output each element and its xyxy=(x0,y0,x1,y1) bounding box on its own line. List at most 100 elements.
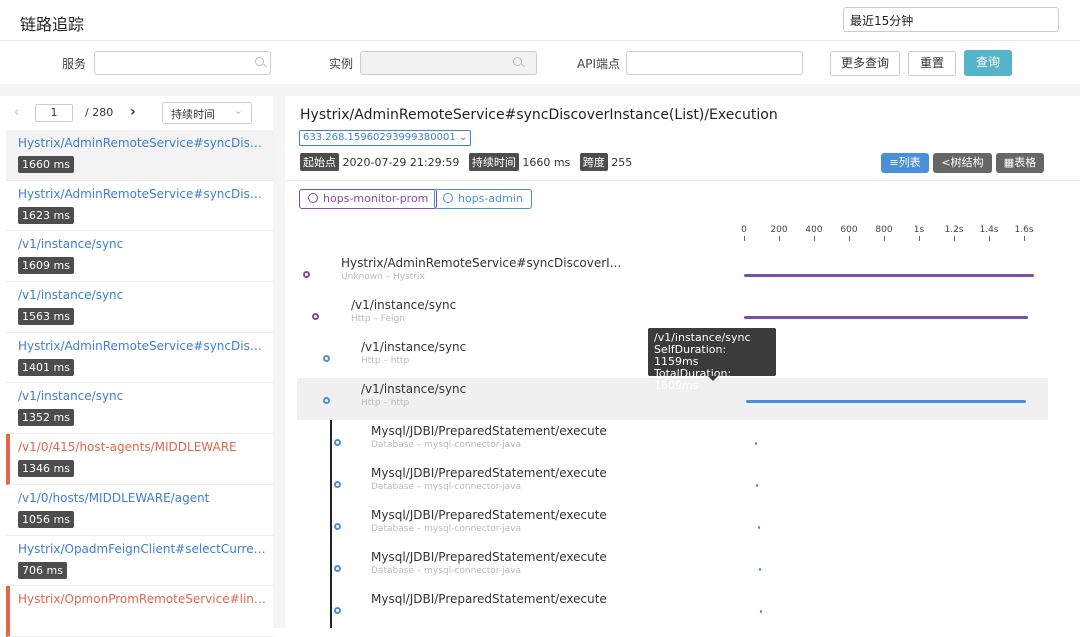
axis-tick-mark xyxy=(953,236,955,241)
axis-tick-label: 1.2s xyxy=(944,225,964,235)
axis-tick: 600 xyxy=(834,225,864,241)
header-divider xyxy=(0,40,1080,41)
span-duration-bar xyxy=(745,400,1026,403)
trace-list-item[interactable]: Hystrix/OpadmFeignClient#selectCurrentRi… xyxy=(6,536,273,587)
trace-list-panel: ‹ 1 / 280 › 持续时间 ⌄ Hystrix/AdminRemoteSer… xyxy=(6,96,273,637)
span-node-dot[interactable] xyxy=(334,607,341,614)
axis-tick-label: 1.4s xyxy=(979,225,999,235)
axis-tick-mark xyxy=(778,236,780,241)
trace-id-value: 633.268.15960293999380001 xyxy=(303,132,456,143)
instance-input[interactable] xyxy=(360,51,537,75)
trace-list-item[interactable]: Hystrix/AdminRemoteService#syncDiscoverI… xyxy=(6,130,273,181)
span-value: 255 xyxy=(611,156,633,169)
trace-duration-badge: 1056 ms xyxy=(18,510,74,528)
span-duration-bar xyxy=(758,526,760,529)
trace-duration-badge: 706 ms xyxy=(18,561,67,579)
service-chip-label: hops-admin xyxy=(458,192,523,205)
span-name: Mysql/JDBI/PreparedStatement/execute xyxy=(371,592,607,606)
axis-tick-label: 0 xyxy=(741,225,747,235)
axis-tick-label: 400 xyxy=(805,225,823,235)
span-type: Http – Feign xyxy=(351,314,405,324)
tooltip-total-duration: TotalDuration: 1609ms xyxy=(654,367,732,392)
list-view-button[interactable]: ≡列表 xyxy=(881,153,929,173)
axis-tick: 1.4s xyxy=(974,225,1004,241)
trace-list-item[interactable]: /v1/0/415/host-agents/MIDDLEWARE 1346 ms xyxy=(6,434,273,485)
trace-name: Hystrix/AdminRemoteService#syncDiscoverI… xyxy=(18,338,266,353)
api-endpoint-label: API端点 xyxy=(577,57,620,71)
trace-list-item[interactable]: Hystrix/AdminRemoteService#syncDiscoverI… xyxy=(6,181,273,232)
axis-tick-mark xyxy=(813,236,815,241)
trace-name: Hystrix/AdminRemoteService#syncDiscoverI… xyxy=(18,186,266,201)
span-row[interactable]: Mysql/JDBI/PreparedStatement/execute Data… xyxy=(297,504,1048,546)
span-node-dot[interactable] xyxy=(334,439,341,446)
span-tag: 跨度 xyxy=(579,153,608,171)
span-duration-bar xyxy=(759,610,762,613)
service-label: 服务 xyxy=(62,57,87,71)
trace-list-item[interactable]: /v1/instance/sync 1352 ms xyxy=(6,383,273,435)
span-duration-bar xyxy=(744,316,1029,319)
trace-name: /v1/instance/sync xyxy=(18,237,124,252)
span-row[interactable]: Mysql/JDBI/PreparedStatement/execute xyxy=(297,588,1048,630)
trace-id-select[interactable]: 633.268.15960293999380001 ⌄ xyxy=(299,130,472,146)
span-node-dot[interactable] xyxy=(312,313,319,320)
span-node-dot[interactable] xyxy=(334,523,341,530)
service-input[interactable] xyxy=(94,51,271,75)
next-page-icon[interactable]: › xyxy=(130,104,136,120)
api-endpoint-input[interactable] xyxy=(626,51,803,75)
page-title: 链路追踪 xyxy=(20,15,85,34)
span-node-dot[interactable] xyxy=(334,565,341,572)
trace-name: Hystrix/OpadmFeignClient#selectCurrentRi… xyxy=(18,541,266,556)
axis-tick: 200 xyxy=(764,225,794,241)
sort-select[interactable]: 持续时间 ⌄ xyxy=(162,102,252,124)
axis-tick: 0 xyxy=(729,225,759,241)
more-query-button[interactable]: 更多查询 xyxy=(830,51,900,76)
span-type: Database – mysql-connector-java xyxy=(371,482,522,492)
span-type: Unknown – Hystrix xyxy=(341,272,425,282)
trace-list-item[interactable]: /v1/instance/sync 1563 ms xyxy=(6,282,273,333)
span-row[interactable]: Hystrix/AdminRemoteService#syncDiscoverI… xyxy=(297,252,1048,294)
service-chip-monitor-prom[interactable]: hops-monitor-prom xyxy=(299,189,438,209)
span-duration-bar xyxy=(756,484,759,487)
span-name: Hystrix/AdminRemoteService#syncDiscoverI… xyxy=(341,256,622,270)
axis-tick-mark xyxy=(918,236,920,241)
span-node-dot[interactable] xyxy=(334,481,341,488)
trace-list-item[interactable]: /v1/0/hosts/MIDDLEWARE/agent 1056 ms xyxy=(6,485,273,536)
table-view-button[interactable]: ▦表格 xyxy=(996,153,1044,173)
start-value: 2020-07-29 21:29:59 xyxy=(342,156,460,169)
panel-gap xyxy=(273,96,285,628)
axis-tick-mark xyxy=(988,236,990,241)
span-row[interactable]: Mysql/JDBI/PreparedStatement/execute Data… xyxy=(297,462,1048,504)
span-row[interactable]: Mysql/JDBI/PreparedStatement/execute Data… xyxy=(297,546,1048,588)
span-duration-bar xyxy=(758,568,761,571)
axis-tick-mark xyxy=(883,236,885,241)
trace-duration-badge: 1660 ms xyxy=(18,156,74,173)
tree-view-button[interactable]: <树结构 xyxy=(933,153,992,173)
span-node-dot[interactable] xyxy=(323,355,330,362)
span-node-dot[interactable] xyxy=(323,397,330,404)
tooltip-self-duration: SelfDuration: 1159ms xyxy=(654,343,727,368)
service-chip-admin[interactable]: hops-admin xyxy=(434,189,532,209)
span-type: Database – mysql-connector-java xyxy=(371,566,522,576)
span-name: Mysql/JDBI/PreparedStatement/execute xyxy=(371,424,607,438)
span-type: Http – http xyxy=(361,356,410,366)
query-button[interactable]: 查询 xyxy=(964,50,1012,76)
service-chip-label: hops-monitor-prom xyxy=(323,192,429,205)
trace-list-item[interactable]: /v1/instance/sync 1609 ms xyxy=(6,231,273,283)
prev-page-icon[interactable]: ‹ xyxy=(14,105,19,120)
trace-name: Hystrix/OpmonPromRemoteService#linkScrap… xyxy=(18,592,266,607)
time-range-select[interactable]: 最近15分钟 xyxy=(843,7,1059,32)
trace-list-item[interactable]: Hystrix/AdminRemoteService#syncDiscoverI… xyxy=(6,333,273,384)
span-row[interactable]: Mysql/JDBI/PreparedStatement/execute Data… xyxy=(297,420,1048,462)
chevron-down-icon: ⌄ xyxy=(233,104,243,117)
axis-tick-label: 200 xyxy=(770,225,788,235)
trace-duration-badge: 1609 ms xyxy=(18,257,74,275)
span-duration-bar xyxy=(744,274,1034,277)
page-input[interactable]: 1 xyxy=(35,104,73,122)
trace-list-item[interactable]: Hystrix/OpmonPromRemoteService#linkScrap… xyxy=(6,586,273,637)
span-name: Mysql/JDBI/PreparedStatement/execute xyxy=(371,550,607,564)
trace-duration-badge: 1346 ms xyxy=(18,460,74,478)
span-node-dot[interactable] xyxy=(303,271,310,278)
reset-button[interactable]: 重置 xyxy=(908,51,956,76)
search-icon xyxy=(513,57,522,66)
axis-tick-label: 1s xyxy=(913,225,925,235)
